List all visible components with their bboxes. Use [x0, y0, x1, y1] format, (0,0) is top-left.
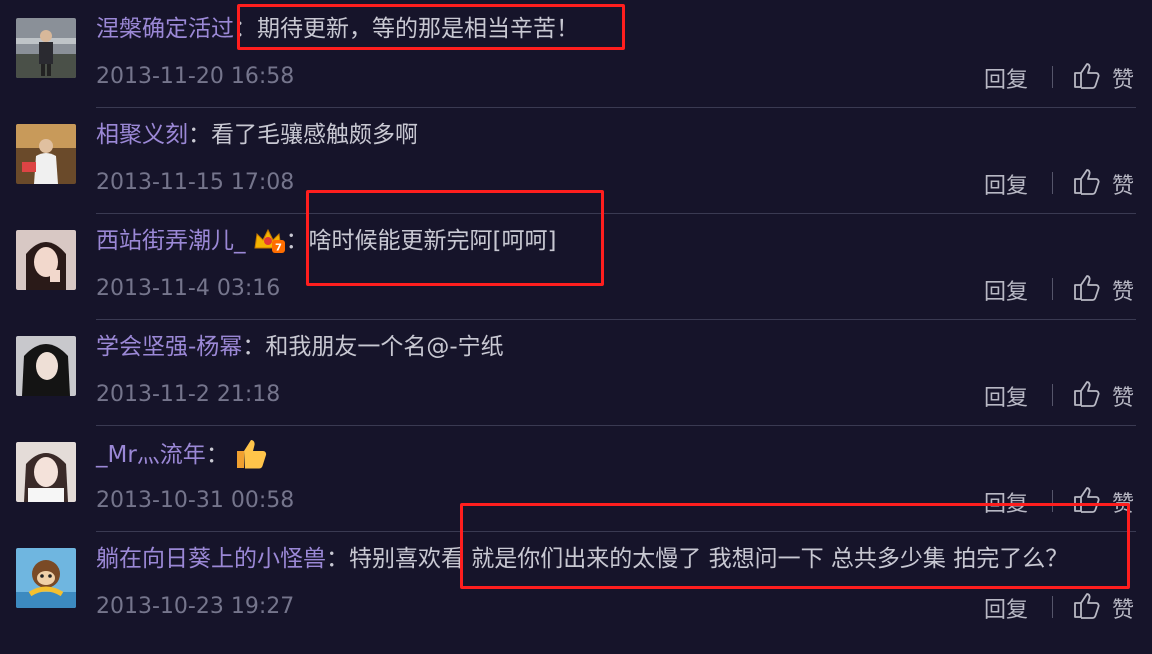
thumbs-up-icon[interactable]	[1072, 166, 1102, 200]
divider	[96, 425, 1136, 426]
timestamp: 2013-11-4 03:16	[96, 276, 281, 301]
highlight-box	[237, 4, 625, 50]
comment-line: _Mr灬流年：	[96, 436, 269, 482]
username-link[interactable]: 涅槃确定活过	[96, 16, 234, 42]
avatar[interactable]	[16, 548, 76, 608]
thumbs-up-icon[interactable]	[1072, 378, 1102, 412]
divider	[96, 213, 1136, 214]
action-divider	[1052, 596, 1053, 618]
username-link[interactable]: 西站街弄潮儿_	[96, 228, 246, 254]
username-link[interactable]: 学会坚强-杨幂	[96, 334, 242, 360]
comment-line: 相聚义刻：看了毛骧感触颇多啊	[96, 118, 418, 152]
username-link[interactable]: _Mr灬流年	[96, 442, 206, 468]
comment-item: 学会坚强-杨幂：和我朋友一个名@-宁纸 2013-11-2 21:18 回复 赞	[0, 334, 1152, 442]
timestamp: 2013-11-15 17:08	[96, 170, 295, 195]
avatar[interactable]	[16, 124, 76, 184]
separator: ：	[205, 442, 229, 468]
action-divider	[1052, 278, 1053, 300]
avatar[interactable]	[16, 230, 76, 290]
divider	[96, 319, 1136, 320]
timestamp: 2013-10-23 19:27	[96, 594, 295, 619]
comment-line: 学会坚强-杨幂：和我朋友一个名@-宁纸	[96, 330, 504, 364]
reply-button[interactable]: 回复	[984, 592, 1028, 624]
crown-level-badge-icon: 7	[252, 226, 286, 264]
thumbs-up-icon[interactable]	[1072, 272, 1102, 306]
like-button[interactable]: 赞	[1112, 274, 1134, 306]
like-button[interactable]: 赞	[1112, 168, 1134, 200]
reply-button[interactable]: 回复	[984, 380, 1028, 412]
like-button[interactable]: 赞	[1112, 592, 1134, 624]
thumbs-up-icon[interactable]	[1072, 590, 1102, 624]
like-button[interactable]: 赞	[1112, 62, 1134, 94]
timestamp: 2013-10-31 00:58	[96, 488, 295, 513]
comment-text: 看了毛骧感触颇多啊	[211, 122, 418, 148]
action-divider	[1052, 66, 1053, 88]
comment-text: 和我朋友一个名@-宁纸	[265, 334, 504, 360]
reply-button[interactable]: 回复	[984, 274, 1028, 306]
separator: ：	[242, 334, 266, 360]
thumbs-up-emoji-icon	[233, 436, 269, 482]
divider	[96, 107, 1136, 108]
reply-button[interactable]: 回复	[984, 62, 1028, 94]
highlight-box	[306, 190, 604, 286]
svg-text:7: 7	[275, 243, 282, 254]
avatar[interactable]	[16, 18, 76, 78]
username-link[interactable]: 躺在向日葵上的小怪兽	[96, 546, 326, 572]
like-button[interactable]: 赞	[1112, 380, 1134, 412]
avatar[interactable]	[16, 336, 76, 396]
separator: ：	[188, 122, 211, 148]
highlight-box	[460, 503, 1130, 589]
reply-button[interactable]: 回复	[984, 168, 1028, 200]
timestamp: 2013-11-20 16:58	[96, 64, 295, 89]
thumbs-up-icon[interactable]	[1072, 60, 1102, 94]
username-link[interactable]: 相聚义刻	[96, 122, 188, 148]
action-divider	[1052, 384, 1053, 406]
timestamp: 2013-11-2 21:18	[96, 382, 281, 407]
action-divider	[1052, 172, 1053, 194]
separator: ：	[326, 546, 349, 572]
avatar[interactable]	[16, 442, 76, 502]
